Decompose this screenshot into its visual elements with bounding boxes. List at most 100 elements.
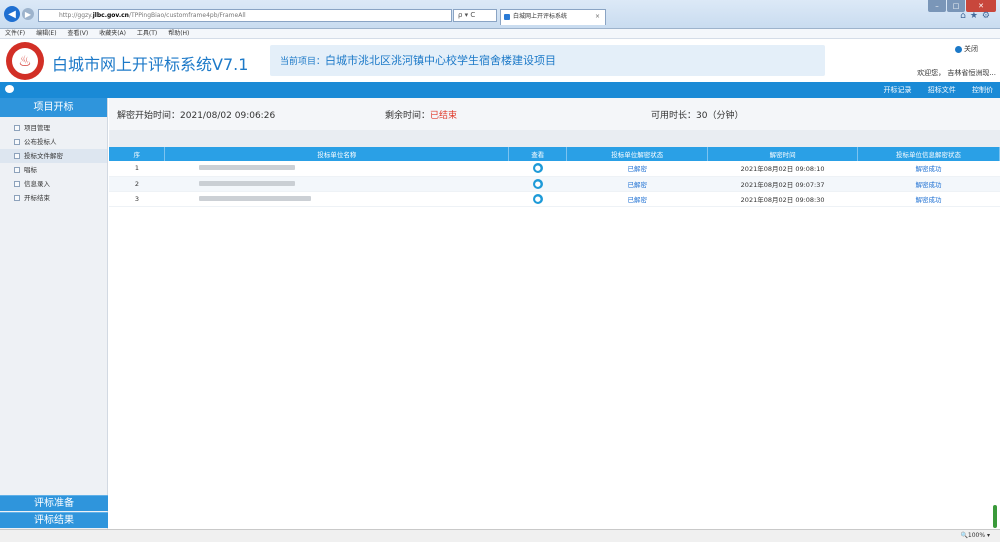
- sidebar-item-label: 投标文件解密: [24, 152, 63, 160]
- power-icon: [955, 45, 962, 53]
- table-row: 3 ● 已解密 2021年08月02日 09:08:30 解密成功: [109, 191, 1000, 207]
- bidder-name-redacted: [164, 176, 509, 192]
- col-header-decrypt-time: 解密时间: [707, 147, 859, 161]
- sidebar-section-eval-prep[interactable]: 评标准备: [0, 495, 108, 511]
- address-bar[interactable]: http://ggzy.jlbc.gov.cn/TPPingBiao/custo…: [38, 9, 452, 22]
- current-project-box: 当前项目：白城市洮北区洮河镇中心校学生宿舍楼建设项目: [270, 45, 825, 76]
- url-host: jlbc.gov.cn: [92, 12, 129, 19]
- info-decrypt-status: 解密成功: [857, 161, 1000, 177]
- zoom-level[interactable]: 🔍100% ▾: [960, 532, 990, 539]
- top-toolbar: 开标记录 招标文件 控制价: [0, 82, 1000, 98]
- view-cell: ●: [508, 161, 567, 177]
- browser-statusbar: 🔍100% ▾: [0, 529, 1000, 542]
- available-duration: 可用时长：30（分钟）: [651, 111, 744, 121]
- sidebar-section-eval-result[interactable]: 评标结果: [0, 512, 108, 528]
- info-decrypt-status: 解密成功: [857, 191, 1000, 207]
- close-label: 关闭: [964, 45, 978, 53]
- sidebar-list: 项目管理 公布投标人 投标文件解密 唱标 信息录入 开标结束: [0, 117, 107, 205]
- top-links: 开标记录 招标文件 控制价: [870, 82, 993, 98]
- person-icon[interactable]: ●: [532, 193, 543, 204]
- browser-tab[interactable]: 白城网上开评标系统 ×: [500, 9, 606, 25]
- project-label: 当前项目：: [280, 57, 326, 67]
- col-header-no: 序: [109, 147, 166, 161]
- menu-favorites[interactable]: 收藏夹(A): [99, 30, 126, 37]
- tab-favicon-icon: [504, 14, 510, 20]
- menu-help[interactable]: 帮助(H): [168, 30, 189, 37]
- sidebar-item-label: 开标结束: [24, 194, 50, 202]
- menu-edit[interactable]: 编辑(E): [36, 30, 56, 37]
- browser-chrome: ◀ ▶ http://ggzy.jlbc.gov.cn/TPPingBiao/c…: [0, 0, 1000, 29]
- tab-title: 白城网上开评标系统: [513, 13, 568, 20]
- close-link[interactable]: 关闭: [955, 44, 978, 54]
- welcome-text: 欢迎您， 吉林省恒洲现...: [917, 69, 996, 77]
- sidebar-item-project-management[interactable]: 项目管理: [0, 121, 107, 135]
- spacer-strip: [109, 130, 1000, 147]
- sidebar-item-label: 公布投标人: [24, 138, 57, 146]
- square-bullet-icon: [14, 181, 20, 187]
- sidebar-item-label: 项目管理: [24, 124, 50, 132]
- info-decrypt-status: 解密成功: [857, 176, 1000, 192]
- browser-toolbar-icons[interactable]: ⌂★⚙: [960, 11, 994, 21]
- person-icon[interactable]: ●: [532, 163, 543, 174]
- sidebar-item-label: 唱标: [24, 166, 37, 174]
- main-content: 解密开始时间：2021/08/02 09:06:26 剩余时间：已结束 可用时长…: [109, 98, 1000, 529]
- row-no: 2: [109, 176, 165, 192]
- back-arrow-icon[interactable]: ◀: [4, 6, 20, 22]
- sidebar: 项目开标 项目管理 公布投标人 投标文件解密 唱标 信息录入 开标结束 评标准备…: [0, 98, 108, 529]
- chat-bubble-icon[interactable]: [5, 85, 14, 93]
- view-cell: ●: [508, 191, 567, 207]
- decrypt-table: 序 投标单位名称 查看 投标单位解密状态 解密时间 投标单位信息解密状态 1 ●…: [109, 147, 1000, 207]
- person-icon[interactable]: ●: [532, 178, 543, 189]
- url-path: /TPPingBiao/customframe4pb/FrameAll: [128, 12, 246, 19]
- row-no: 1: [109, 161, 165, 177]
- sidebar-item-read-bids[interactable]: 唱标: [0, 163, 107, 177]
- remaining-time: 剩余时间：已结束: [385, 111, 458, 121]
- sidebar-item-info-entry[interactable]: 信息录入: [0, 177, 107, 191]
- square-bullet-icon: [14, 139, 20, 145]
- sidebar-item-label: 信息录入: [24, 180, 50, 188]
- search-refresh-controls[interactable]: ρ ▾ C: [453, 9, 497, 22]
- sidebar-item-publish-bidders[interactable]: 公布投标人: [0, 135, 107, 149]
- sidebar-item-opening-end[interactable]: 开标结束: [0, 191, 107, 205]
- bidder-name-redacted: [164, 161, 509, 177]
- row-no: 3: [109, 191, 165, 207]
- square-bullet-icon: [14, 125, 20, 131]
- app-title: 白城市网上开评标系统V7.1: [52, 55, 249, 74]
- decrypt-info-bar: 解密开始时间：2021/08/02 09:06:26 剩余时间：已结束 可用时长…: [109, 98, 1000, 130]
- bidder-name-redacted: [164, 191, 509, 207]
- square-bullet-icon: [14, 167, 20, 173]
- tab-close-icon[interactable]: ×: [595, 10, 600, 24]
- col-header-bidder-name: 投标单位名称: [164, 147, 510, 161]
- square-bullet-icon: [14, 195, 20, 201]
- decrypt-time: 2021年08月02日 09:07:37: [707, 176, 858, 192]
- link-control-price[interactable]: 控制价: [972, 86, 993, 94]
- menu-view[interactable]: 查看(V): [67, 30, 88, 37]
- app-header: ♨ 白城市网上开评标系统V7.1 当前项目：白城市洮北区洮河镇中心校学生宿舍楼建…: [0, 39, 1000, 82]
- table-row: 1 ● 已解密 2021年08月02日 09:08:10 解密成功: [109, 161, 1000, 177]
- view-cell: ●: [508, 176, 567, 192]
- sidebar-title[interactable]: 项目开标: [0, 98, 107, 117]
- decrypt-status: 已解密: [566, 161, 708, 177]
- flame-logo-icon: ♨: [6, 42, 44, 80]
- sidebar-item-decrypt-bids[interactable]: 投标文件解密: [0, 149, 107, 163]
- col-header-decrypt-status: 投标单位解密状态: [566, 147, 709, 161]
- link-tender-document[interactable]: 招标文件: [928, 86, 956, 94]
- minimize-icon[interactable]: –: [928, 0, 946, 12]
- col-header-info-decrypt-status: 投标单位信息解密状态: [857, 147, 1000, 161]
- browser-menubar: 文件(F) 编辑(E) 查看(V) 收藏夹(A) 工具(T) 帮助(H): [0, 29, 1000, 39]
- decrypt-time: 2021年08月02日 09:08:30: [707, 191, 858, 207]
- url-prefix: http://ggzy.: [59, 12, 93, 19]
- square-bullet-icon: [14, 153, 20, 159]
- menu-tools[interactable]: 工具(T): [137, 30, 157, 37]
- link-bid-opening-record[interactable]: 开标记录: [884, 86, 912, 94]
- forward-arrow-icon[interactable]: ▶: [22, 8, 34, 20]
- decrypt-time: 2021年08月02日 09:08:10: [707, 161, 858, 177]
- decrypt-status: 已解密: [566, 191, 708, 207]
- project-name: 白城市洮北区洮河镇中心校学生宿舍楼建设项目: [325, 54, 557, 67]
- decrypt-start-time: 解密开始时间：2021/08/02 09:06:26: [117, 111, 276, 121]
- decrypt-status: 已解密: [566, 176, 708, 192]
- table-row: 2 ● 已解密 2021年08月02日 09:07:37 解密成功: [109, 176, 1000, 192]
- col-header-view: 查看: [508, 147, 568, 161]
- menu-file[interactable]: 文件(F): [5, 30, 25, 37]
- scrollbar-thumb[interactable]: [993, 505, 997, 528]
